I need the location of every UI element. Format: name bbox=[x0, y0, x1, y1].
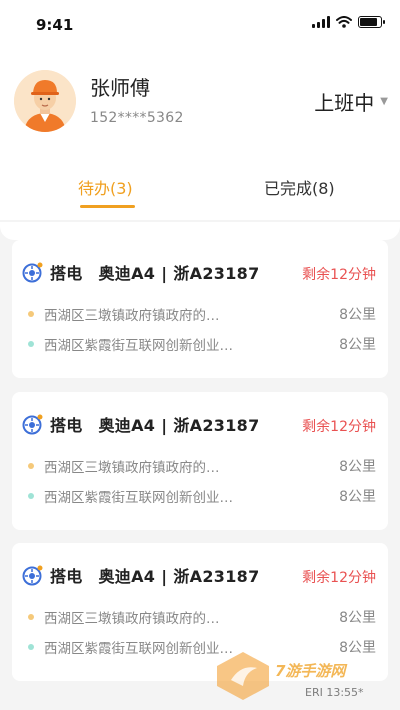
watermark-logo: 7游手游网 ERI 13:55* bbox=[205, 650, 400, 705]
remaining-time: 剩余12分钟 bbox=[302, 570, 376, 586]
plate-number: 浙A23187 bbox=[173, 264, 260, 283]
start-address: 西湖区三墩镇政府镇政府的… bbox=[44, 308, 220, 324]
end-dot-icon bbox=[28, 341, 34, 347]
end-dot-icon bbox=[28, 493, 34, 499]
jump-start-icon bbox=[22, 262, 43, 283]
service-type: 搭电 bbox=[50, 416, 83, 435]
service-type: 搭电 bbox=[50, 567, 83, 586]
end-dot-icon bbox=[28, 644, 34, 650]
tab-pending[interactable]: 待办(3) bbox=[78, 175, 133, 199]
order-card[interactable]: 搭电 奥迪A4 | 浙A23187 剩余12分钟 西湖区三墩镇政府镇政府的… 8公里… bbox=[12, 240, 388, 378]
end-address-row: 西湖区紫霞街互联网创新创业… 8公里 bbox=[28, 334, 376, 354]
car-model: 奥迪A4 bbox=[98, 264, 156, 283]
start-distance: 8公里 bbox=[339, 459, 376, 475]
watermark-text: 7游手游网 bbox=[275, 662, 346, 680]
start-distance: 8公里 bbox=[339, 307, 376, 323]
driver-phone: 152****5362 bbox=[90, 110, 184, 126]
chevron-down-icon: ▼ bbox=[380, 96, 388, 107]
end-address: 西湖区紫霞街互联网创新创业… bbox=[44, 490, 233, 506]
car-model: 奥迪A4 bbox=[98, 567, 156, 586]
driver-name: 张师傅 bbox=[90, 76, 150, 100]
start-dot-icon bbox=[28, 463, 34, 469]
tab-completed[interactable]: 已完成(8) bbox=[264, 175, 335, 199]
remaining-time: 剩余12分钟 bbox=[302, 267, 376, 283]
remaining-time: 剩余12分钟 bbox=[302, 419, 376, 435]
worker-avatar-icon bbox=[14, 70, 76, 132]
end-address: 西湖区紫霞街互联网创新创业… bbox=[44, 338, 233, 354]
end-distance: 8公里 bbox=[339, 337, 376, 353]
start-address-row: 西湖区三墩镇政府镇政府的… 8公里 bbox=[28, 607, 376, 627]
avatar[interactable] bbox=[14, 70, 76, 132]
plate-number: 浙A23187 bbox=[173, 567, 260, 586]
start-address: 西湖区三墩镇政府镇政府的… bbox=[44, 611, 220, 627]
work-status-label: 上班中 bbox=[314, 91, 375, 115]
jump-start-icon bbox=[22, 565, 43, 586]
status-time: 9:41 bbox=[36, 16, 74, 34]
start-dot-icon bbox=[28, 311, 34, 317]
battery-icon bbox=[358, 16, 385, 28]
service-type: 搭电 bbox=[50, 264, 83, 283]
status-icons bbox=[312, 16, 385, 28]
start-address: 西湖区三墩镇政府镇政府的… bbox=[44, 460, 220, 476]
status-bar: 9:41 bbox=[0, 0, 400, 50]
start-distance: 8公里 bbox=[339, 610, 376, 626]
car-model: 奥迪A4 bbox=[98, 416, 156, 435]
start-address-row: 西湖区三墩镇政府镇政府的… 8公里 bbox=[28, 304, 376, 324]
end-distance: 8公里 bbox=[339, 489, 376, 505]
plate-number: 浙A23187 bbox=[173, 416, 260, 435]
start-address-row: 西湖区三墩镇政府镇政府的… 8公里 bbox=[28, 456, 376, 476]
order-card[interactable]: 搭电 奥迪A4 | 浙A23187 剩余12分钟 西湖区三墩镇政府镇政府的… 8公里… bbox=[12, 392, 388, 530]
end-address-row: 西湖区紫霞街互联网创新创业… 8公里 bbox=[28, 486, 376, 506]
start-dot-icon bbox=[28, 614, 34, 620]
active-tab-indicator bbox=[80, 205, 135, 208]
watermark-sub: ERI 13:55* bbox=[305, 686, 364, 699]
order-tabs: 待办(3) 已完成(8) bbox=[0, 165, 400, 213]
profile-header: 张师傅 152****5362 上班中 ▼ 待办(3) 已完成(8) bbox=[0, 50, 400, 220]
work-status-dropdown[interactable]: 上班中 ▼ bbox=[314, 87, 388, 116]
jump-start-icon bbox=[22, 414, 43, 435]
watermark-badge-icon bbox=[217, 652, 269, 700]
wifi-icon bbox=[336, 16, 352, 28]
signal-icon bbox=[312, 16, 330, 28]
